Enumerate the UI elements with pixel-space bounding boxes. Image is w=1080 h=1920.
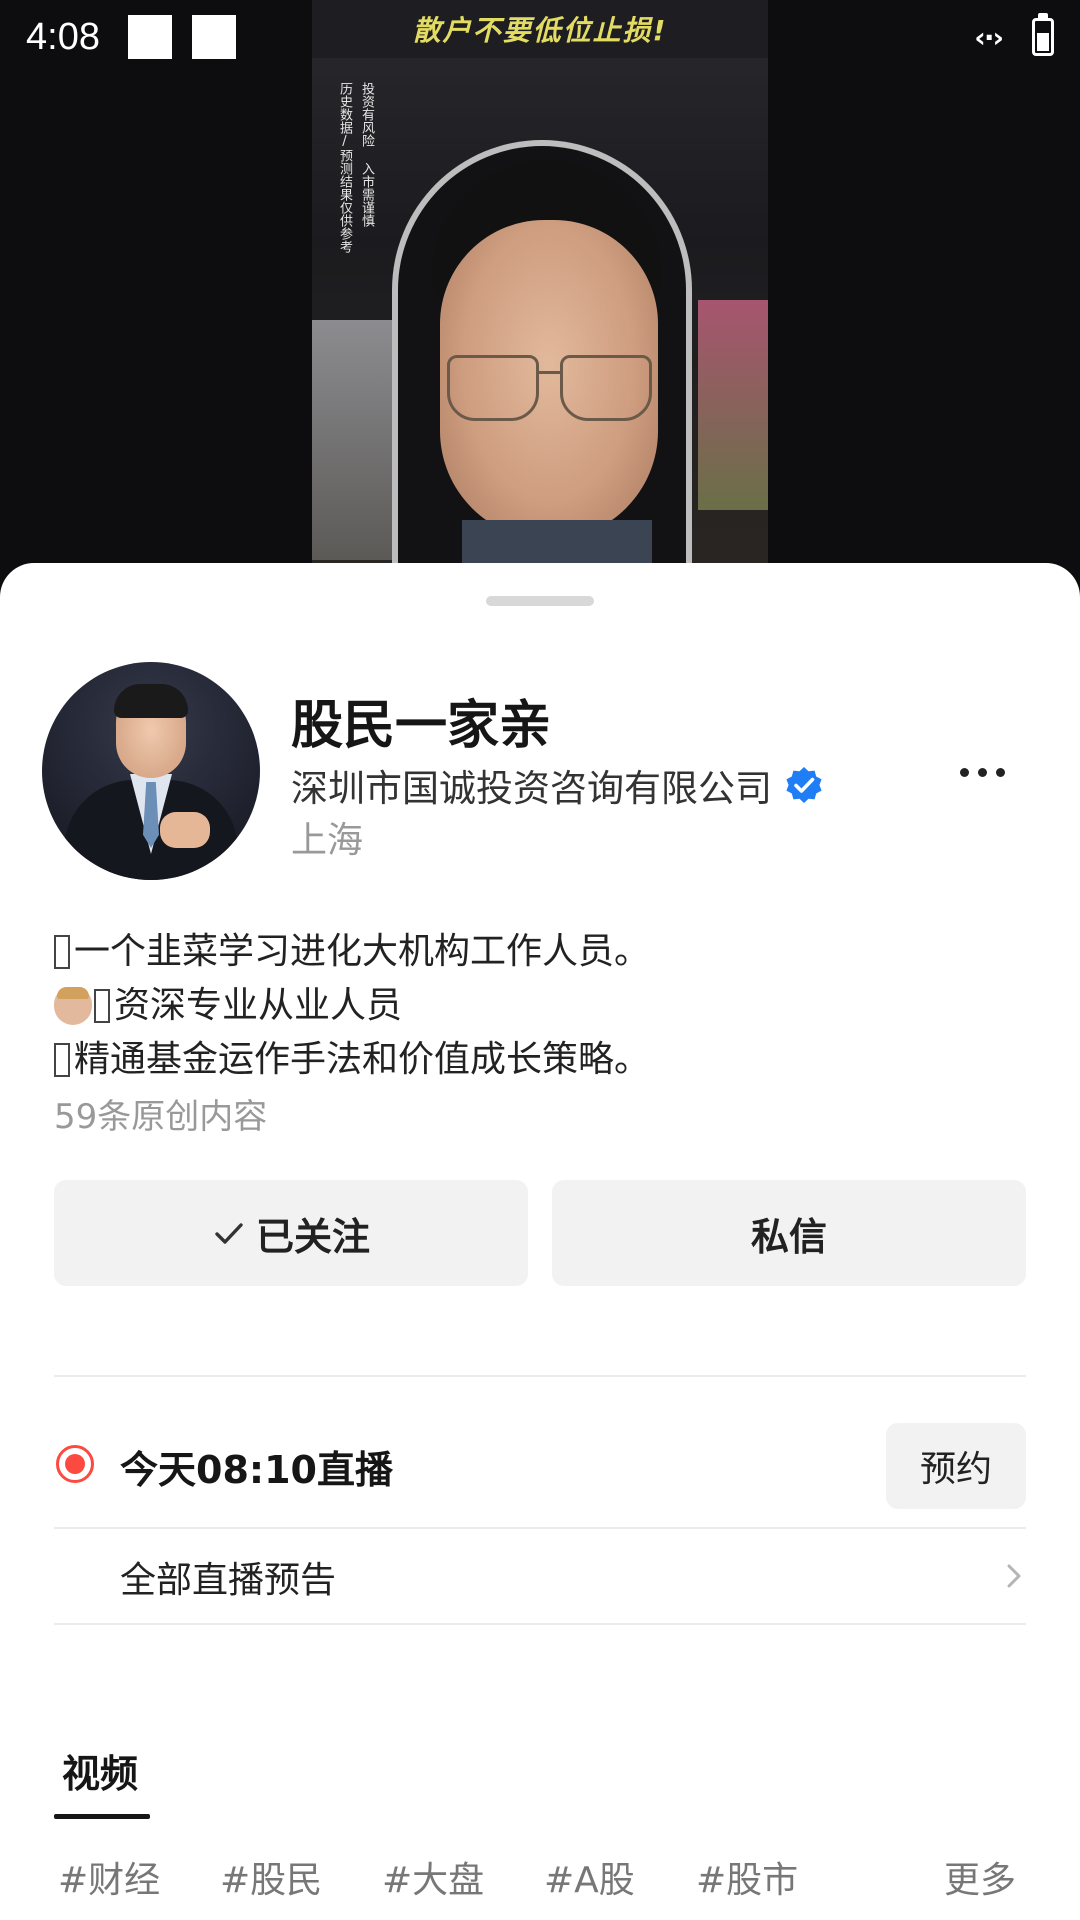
data-transfer-icon: ‹·›	[974, 20, 1004, 54]
bio-line-text: 精通基金运作手法和价值成长策略。	[74, 1039, 651, 1080]
verified-badge-icon	[786, 767, 822, 803]
status-bar: 4:08 ‹·›	[0, 0, 1080, 74]
missing-emoji-icon	[54, 935, 70, 969]
tab-video[interactable]: 视频	[54, 1743, 150, 1819]
live-schedule-text: 今天08:10直播	[120, 1448, 393, 1492]
chevron-right-icon	[1007, 1564, 1021, 1588]
more-dot-icon	[959, 767, 969, 777]
tag-chip[interactable]: #财经	[58, 1851, 160, 1903]
message-button-label: 私信	[750, 1214, 827, 1259]
notification-square-icon	[127, 15, 172, 59]
tags-more-button[interactable]: 更多	[944, 1851, 1016, 1903]
tab-video-label: 视频	[62, 1752, 139, 1796]
bio-line-text: 资深专业从业人员	[114, 985, 403, 1026]
disclaimer-line-1: 投资有风险 入市需谨慎	[359, 82, 374, 227]
divider	[54, 1375, 1026, 1377]
status-time: 4:08	[26, 15, 100, 58]
more-dot-icon	[977, 767, 987, 777]
company-name: 深圳市国诚投资咨询有限公司	[291, 767, 772, 810]
post-count[interactable]: 59条原创内容	[54, 1091, 1034, 1143]
car-window-right	[698, 300, 768, 510]
tag-chip[interactable]: #大盘	[382, 1851, 484, 1903]
missing-emoji-icon	[94, 989, 110, 1023]
check-icon	[215, 1223, 243, 1244]
disclaimer-line-2: 历史数据/预测结果仅供参考	[337, 82, 352, 253]
message-button[interactable]: 私信	[552, 1180, 1026, 1286]
follow-button-label: 已关注	[255, 1214, 370, 1259]
bio-line: 精通基金运作手法和价值成长策略。	[54, 1033, 1034, 1087]
battery-icon	[1032, 13, 1054, 56]
more-options-button[interactable]	[944, 749, 1020, 795]
profile-name: 股民一家亲	[291, 696, 552, 756]
bio-line: 资深专业从业人员	[54, 979, 1034, 1033]
tag-chip[interactable]: #A股	[544, 1851, 635, 1903]
live-schedule-row[interactable]: 今天08:10直播 预约	[54, 1405, 1026, 1525]
presenter-glasses	[447, 355, 652, 425]
tag-row: #财经 #股民 #大盘 #A股 #股市 更多	[54, 1851, 1026, 1907]
tag-chip[interactable]: #股民	[220, 1851, 322, 1903]
all-live-previews-row[interactable]: 全部直播预告	[54, 1529, 1026, 1623]
video-disclaimer: 投资有风险 入市需谨慎 历史数据/预测结果仅供参考	[336, 82, 374, 253]
man-emoji-icon	[54, 987, 92, 1025]
bio-line-text: 一个韭菜学习进化大机构工作人员。	[74, 931, 651, 972]
more-dot-icon	[995, 767, 1005, 777]
reserve-button[interactable]: 预约	[886, 1423, 1026, 1509]
tab-active-indicator	[54, 1814, 150, 1819]
avatar[interactable]	[42, 662, 260, 880]
sheet-drag-handle[interactable]	[486, 596, 594, 606]
all-live-previews-label: 全部直播预告	[120, 1560, 337, 1601]
notification-square-icon	[191, 15, 236, 59]
video-background[interactable]: 散户不要低位止损! 投资有风险 入市需谨慎 历史数据/预测结果仅供参考	[0, 0, 1080, 600]
video-frame[interactable]: 散户不要低位止损! 投资有风险 入市需谨慎 历史数据/预测结果仅供参考	[312, 0, 768, 600]
bio-line: 一个韭菜学习进化大机构工作人员。	[54, 925, 1034, 979]
screen: 散户不要低位止损! 投资有风险 入市需谨慎 历史数据/预测结果仅供参考 4:08…	[0, 0, 1080, 1920]
company-line: 深圳市国诚投资咨询有限公司	[291, 758, 824, 812]
live-dot-icon	[56, 1445, 94, 1483]
follow-button[interactable]: 已关注	[54, 1180, 528, 1286]
divider	[54, 1623, 1026, 1625]
profile-sheet: 股民一家亲 深圳市国诚投资咨询有限公司 上海 一个韭菜学习进化大机构工作人员。 …	[0, 563, 1080, 1920]
tag-chip[interactable]: #股市	[696, 1851, 798, 1903]
bio: 一个韭菜学习进化大机构工作人员。 资深专业从业人员 精通基金运作手法和价值成长策…	[54, 925, 1034, 1143]
missing-emoji-icon	[54, 1043, 70, 1077]
status-right-group: ‹·›	[974, 13, 1054, 56]
location: 上海	[291, 820, 364, 861]
